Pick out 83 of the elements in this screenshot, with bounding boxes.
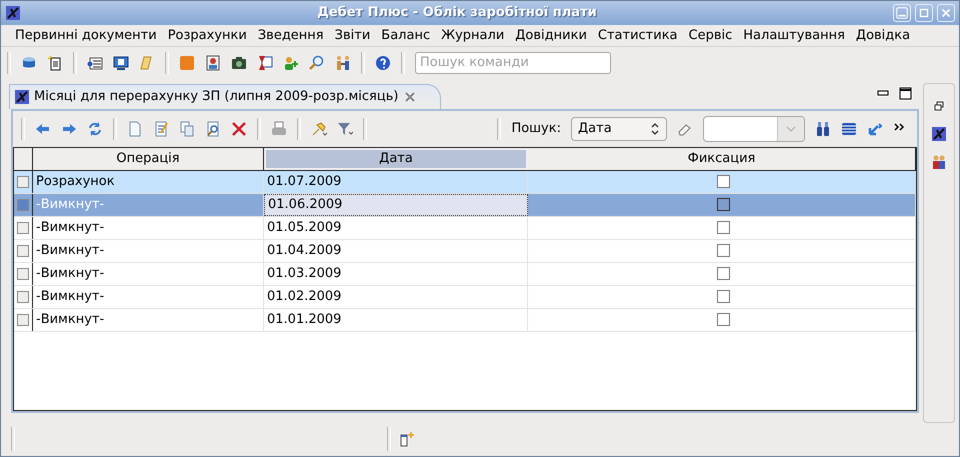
list-icon[interactable] [87, 54, 103, 71]
table-cell: 01.02.2009 [264, 286, 528, 308]
minimize-icon [895, 6, 909, 20]
checkbox[interactable] [716, 267, 730, 280]
table-cell: -Вимкнут- [33, 240, 264, 262]
menu-item[interactable]: Сервіс [684, 28, 740, 43]
checkbox[interactable] [716, 244, 730, 258]
menu-item[interactable]: Звіти [330, 28, 378, 43]
help-icon[interactable] [375, 54, 391, 71]
row-header[interactable] [17, 176, 29, 188]
menu-item[interactable]: Зведення [254, 28, 331, 43]
table-row[interactable]: -Вимкнут- 01.03.2009 [14, 262, 916, 286]
table-cell: -Вимкнут- [33, 308, 264, 331]
camera-icon[interactable] [231, 54, 247, 71]
row-header[interactable] [17, 314, 29, 326]
menu-item[interactable]: Статистика [594, 28, 685, 43]
checkbox[interactable] [716, 221, 730, 234]
table-row[interactable]: -Вимкнут- 01.05.2009 [14, 216, 916, 240]
menu-item[interactable]: Довідники [511, 28, 594, 43]
table-row[interactable]: -Вимкнут- 01.01.2009 [14, 308, 916, 332]
preview-icon[interactable] [205, 120, 221, 137]
table-cell: -Вимкнут- [33, 286, 264, 308]
return-arrow-icon[interactable] [867, 120, 883, 137]
column-header[interactable]: Дата [264, 148, 528, 170]
close-button[interactable] [937, 4, 955, 22]
row-header[interactable] [17, 222, 29, 234]
menu-item[interactable]: Налаштування [739, 28, 852, 43]
menu-item[interactable]: Первинні документи [11, 28, 164, 43]
delete-icon[interactable] [231, 120, 247, 137]
table-cell: 01.04.2009 [264, 240, 528, 262]
menu-item[interactable]: Журнали [437, 28, 512, 43]
command-search-field[interactable]: Пошук команди [415, 52, 611, 74]
checkbox[interactable] [716, 313, 730, 326]
menu-item[interactable]: Баланс [377, 28, 438, 43]
people-icon[interactable] [335, 54, 351, 71]
table-cell: 01.01.2009 [264, 308, 528, 331]
table-cell: -Вимкнут- [33, 216, 264, 239]
refresh-icon[interactable] [87, 120, 103, 137]
column-header[interactable]: Фиксация [528, 148, 916, 170]
table-row[interactable]: Розрахунок 01.07.2009 [14, 170, 916, 194]
table-row[interactable]: -Вимкнут- 01.02.2009 [14, 286, 916, 309]
table-cell: -Вимкнут- [33, 262, 264, 285]
new-document-icon[interactable] [47, 54, 63, 71]
binoculars-icon[interactable] [815, 120, 831, 137]
table-row[interactable]: -Вимкнут- 01.06.2009 [14, 194, 916, 217]
add-user-icon[interactable] [283, 54, 299, 71]
maximize-icon[interactable] [897, 84, 913, 101]
edit-document-icon[interactable] [153, 120, 169, 137]
maximize-button[interactable] [915, 4, 933, 22]
row-header[interactable] [17, 244, 29, 257]
checkbox[interactable] [716, 198, 730, 212]
row-header[interactable] [17, 268, 29, 280]
search-icon[interactable] [309, 54, 325, 71]
table-row[interactable]: -Вимкнут- 01.04.2009 [14, 240, 916, 263]
search-field-combo[interactable]: Дата [571, 116, 667, 141]
filter-dropdown-icon[interactable] [337, 120, 353, 137]
checkbox[interactable] [716, 290, 730, 304]
search-input-field[interactable] [703, 116, 805, 142]
monitor-icon[interactable] [113, 54, 129, 71]
app-logo-icon [14, 88, 30, 105]
table-cell: 01.06.2009 [264, 194, 528, 216]
app-logo-icon[interactable] [931, 126, 947, 142]
spinner-arrows-icon [650, 122, 660, 136]
tile-icon[interactable] [179, 54, 195, 71]
copy-icon[interactable] [179, 120, 195, 137]
checkbox[interactable] [716, 175, 730, 188]
table-cell: 01.05.2009 [264, 216, 528, 239]
table-cell: 01.07.2009 [264, 170, 528, 193]
app-logo-icon [5, 4, 21, 21]
printer-icon[interactable] [271, 120, 287, 137]
table-cell: Розрахунок [33, 170, 264, 193]
minimize-button[interactable] [893, 4, 911, 22]
people-group-icon[interactable] [931, 154, 947, 170]
search-label: Пошук: [511, 121, 561, 136]
row-header[interactable] [17, 290, 29, 303]
menu-item[interactable]: Розрахунки [164, 28, 254, 43]
new-window-icon[interactable] [399, 431, 415, 448]
list-lines-icon[interactable] [841, 120, 857, 137]
person-card-icon[interactable] [205, 54, 221, 71]
editor-tab[interactable]: Місяці для перерахунку ЗП (липня 2009-розр.місяць) [9, 84, 442, 109]
menu-item[interactable]: Довідка [852, 28, 918, 43]
table-cell: 01.03.2009 [264, 262, 528, 285]
window-title: Дебет Плюс - Облік заробітної плати [316, 5, 598, 20]
